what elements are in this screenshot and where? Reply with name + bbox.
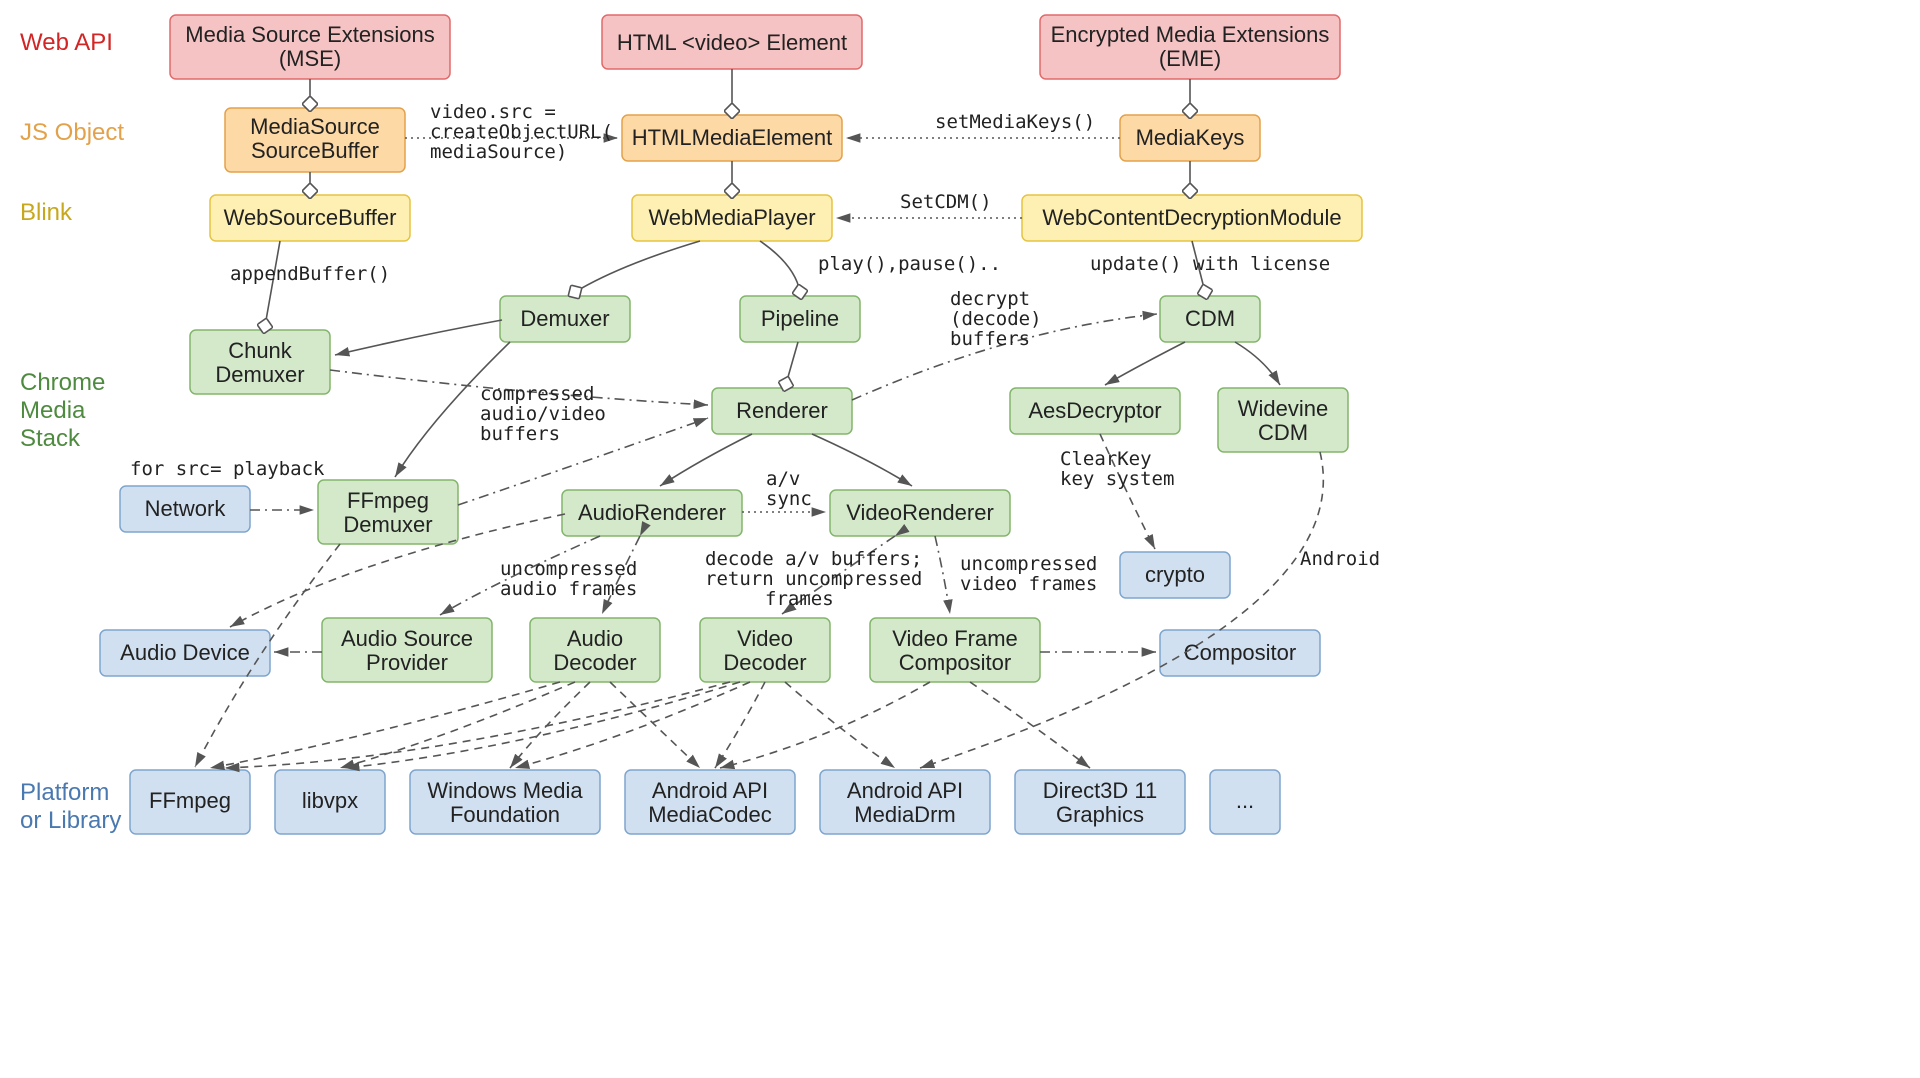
row-label-jsobject: JS Object <box>20 119 124 146</box>
svg-text:return uncompressed: return uncompressed <box>705 568 922 590</box>
svg-text:Windows Media: Windows Media <box>427 778 583 803</box>
svg-text:WebMediaPlayer: WebMediaPlayer <box>648 205 815 230</box>
svg-text:frames: frames <box>765 588 834 610</box>
svg-text:buffers: buffers <box>480 423 560 445</box>
svg-text:appendBuffer(): appendBuffer() <box>230 263 390 285</box>
svg-text:video.src =: video.src = <box>430 101 556 123</box>
svg-text:sync: sync <box>766 488 812 510</box>
svg-text:SetCDM(): SetCDM() <box>900 191 992 213</box>
svg-text:MediaSource: MediaSource <box>250 114 380 139</box>
svg-text:...: ... <box>1236 788 1254 813</box>
svg-text:Video: Video <box>737 626 793 651</box>
row-label-plat1: Platform <box>20 779 109 806</box>
svg-text:Demuxer: Demuxer <box>520 306 609 331</box>
svg-text:crypto: crypto <box>1145 562 1205 587</box>
svg-text:MediaKeys: MediaKeys <box>1136 125 1245 150</box>
svg-text:Chunk: Chunk <box>228 338 293 363</box>
svg-text:Provider: Provider <box>366 650 448 675</box>
svg-text:HTML <video> Element: HTML <video> Element <box>617 30 847 55</box>
svg-text:video frames: video frames <box>960 573 1097 595</box>
svg-text:Renderer: Renderer <box>736 398 828 423</box>
svg-text:WebContentDecryptionModule: WebContentDecryptionModule <box>1042 205 1341 230</box>
svg-text:Pipeline: Pipeline <box>761 306 839 331</box>
svg-text:audio frames: audio frames <box>500 578 637 600</box>
row-label-chrome1: Chrome <box>20 369 105 396</box>
svg-text:Foundation: Foundation <box>450 802 560 827</box>
svg-text:HTMLMediaElement: HTMLMediaElement <box>632 125 833 150</box>
row-label-chrome3: Stack <box>20 425 81 452</box>
svg-text:Android API: Android API <box>652 778 768 803</box>
svg-text:AesDecryptor: AesDecryptor <box>1028 398 1161 423</box>
svg-text:libvpx: libvpx <box>302 788 358 813</box>
svg-text:AudioRenderer: AudioRenderer <box>578 500 726 525</box>
row-label-blink: Blink <box>20 199 73 226</box>
architecture-diagram: Web API JS Object Blink Chrome Media Sta… <box>0 0 1520 880</box>
row-label-chrome2: Media <box>20 397 86 424</box>
svg-text:(EME): (EME) <box>1159 46 1221 71</box>
svg-text:CDM: CDM <box>1258 420 1308 445</box>
svg-text:a/v: a/v <box>766 468 800 490</box>
svg-text:mediaSource): mediaSource) <box>430 141 567 163</box>
svg-text:Direct3D 11: Direct3D 11 <box>1043 778 1158 803</box>
svg-text:VideoRenderer: VideoRenderer <box>846 500 994 525</box>
svg-text:Audio Source: Audio Source <box>341 626 473 651</box>
svg-text:Demuxer: Demuxer <box>343 512 432 537</box>
svg-text:Audio Device: Audio Device <box>120 640 250 665</box>
svg-text:audio/video: audio/video <box>480 403 606 425</box>
svg-text:Compositor: Compositor <box>899 650 1011 675</box>
svg-text:FFmpeg: FFmpeg <box>347 488 429 513</box>
svg-text:uncompressed: uncompressed <box>500 558 637 580</box>
svg-text:Decoder: Decoder <box>553 650 636 675</box>
svg-text:uncompressed: uncompressed <box>960 553 1097 575</box>
svg-text:Demuxer: Demuxer <box>215 362 304 387</box>
svg-text:play(),pause()..: play(),pause().. <box>818 253 1001 275</box>
svg-text:(MSE): (MSE) <box>279 46 341 71</box>
svg-text:Encrypted Media Extensions: Encrypted Media Extensions <box>1051 22 1330 47</box>
svg-text:WebSourceBuffer: WebSourceBuffer <box>224 205 397 230</box>
svg-text:(decode): (decode) <box>950 308 1042 330</box>
svg-text:key system: key system <box>1060 468 1174 490</box>
svg-text:Network: Network <box>145 496 227 521</box>
svg-text:Video Frame: Video Frame <box>892 626 1018 651</box>
svg-text:MediaCodec: MediaCodec <box>648 802 772 827</box>
svg-text:update() with license: update() with license <box>1090 253 1330 275</box>
svg-text:Audio: Audio <box>567 626 623 651</box>
svg-text:CDM: CDM <box>1185 306 1235 331</box>
svg-text:compressed: compressed <box>480 383 594 405</box>
svg-text:FFmpeg: FFmpeg <box>149 788 231 813</box>
svg-text:setMediaKeys(): setMediaKeys() <box>935 111 1095 133</box>
svg-text:SourceBuffer: SourceBuffer <box>251 138 379 163</box>
row-label-webapi: Web API <box>20 29 113 56</box>
svg-text:Media Source Extensions: Media Source Extensions <box>185 22 434 47</box>
svg-text:decode a/v buffers;: decode a/v buffers; <box>705 548 922 570</box>
svg-text:for src= playback: for src= playback <box>130 458 325 480</box>
svg-text:decrypt: decrypt <box>950 288 1030 310</box>
svg-text:ClearKey: ClearKey <box>1060 448 1152 470</box>
svg-text:Decoder: Decoder <box>723 650 806 675</box>
svg-text:Android API: Android API <box>847 778 963 803</box>
svg-text:MediaDrm: MediaDrm <box>854 802 955 827</box>
svg-text:Android: Android <box>1300 548 1380 570</box>
svg-text:Widevine: Widevine <box>1238 396 1328 421</box>
svg-text:createObjectURL(: createObjectURL( <box>430 121 613 143</box>
svg-text:buffers: buffers <box>950 328 1030 350</box>
svg-text:Graphics: Graphics <box>1056 802 1144 827</box>
row-label-plat2: or Library <box>20 807 121 834</box>
